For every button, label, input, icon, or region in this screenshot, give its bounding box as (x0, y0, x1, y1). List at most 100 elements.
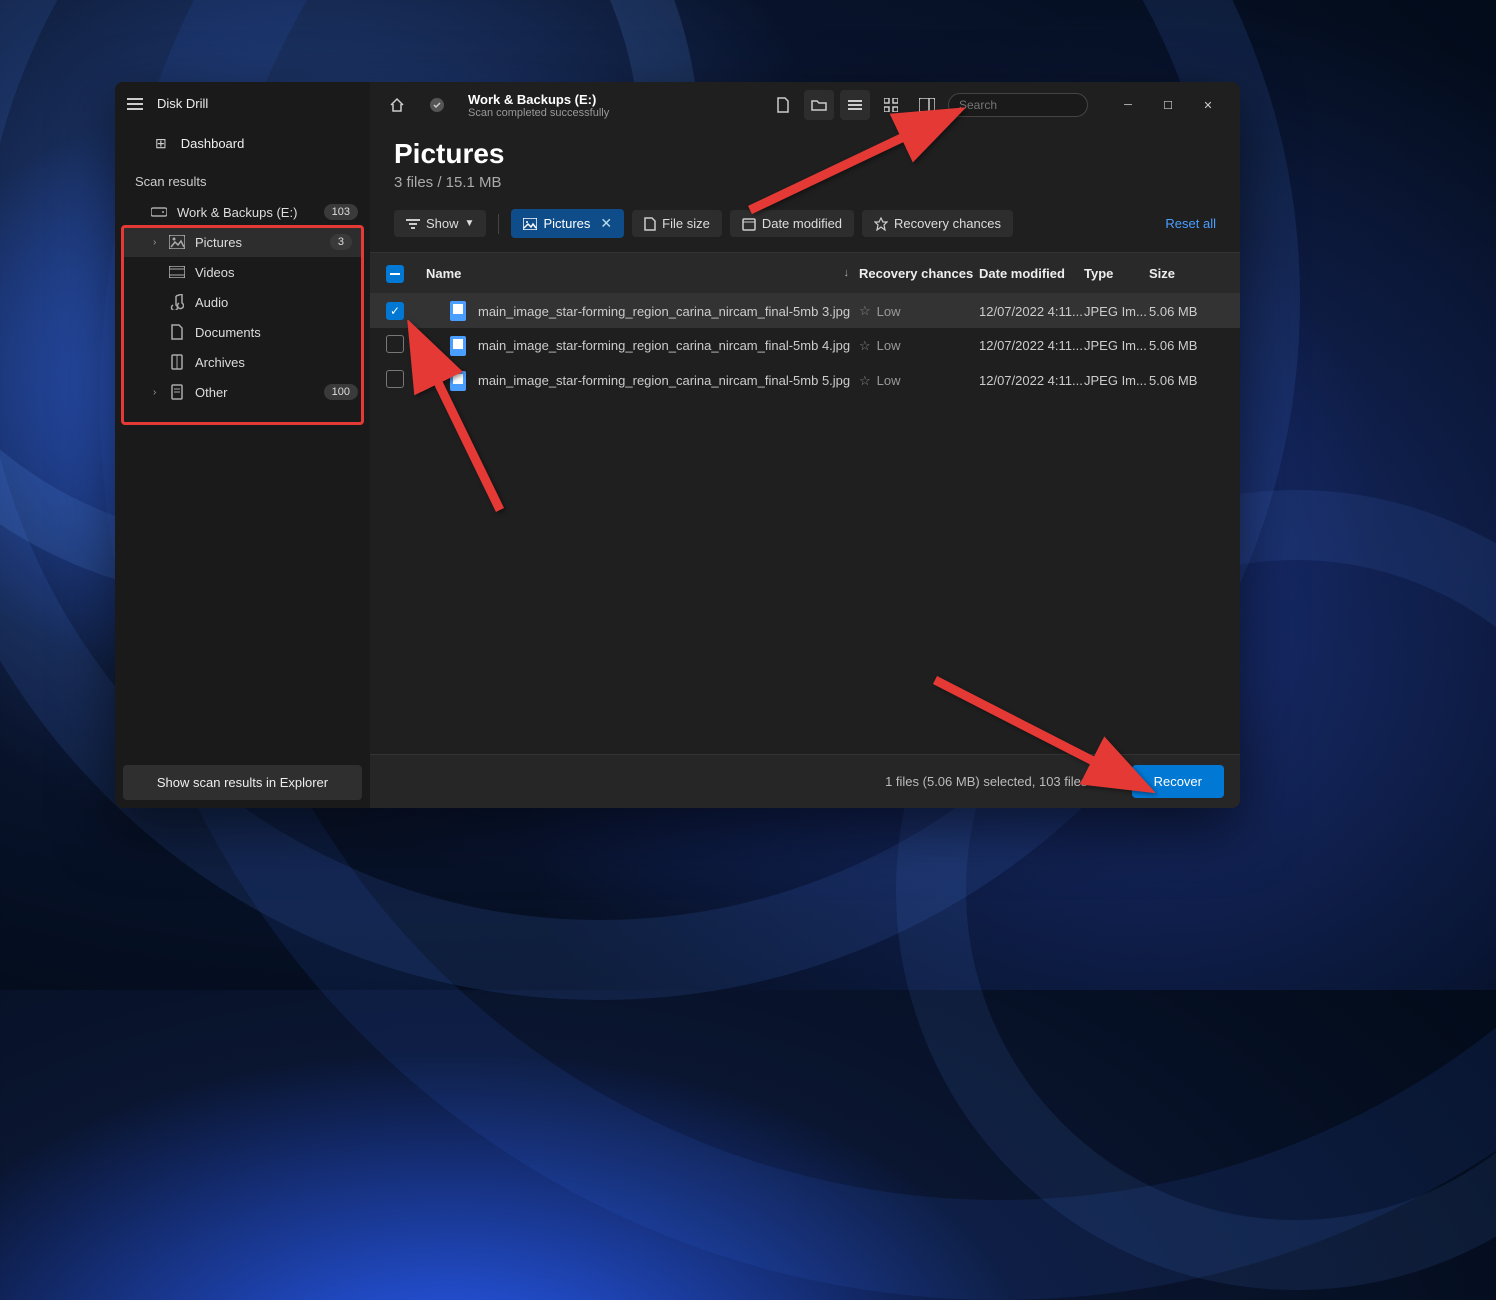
file-size: 5.06 MB (1149, 304, 1224, 319)
window-controls: ─ ☐ ✕ (1108, 90, 1228, 120)
close-button[interactable]: ✕ (1188, 90, 1228, 120)
divider (498, 214, 499, 234)
drive-subtitle: Scan completed successfully (468, 107, 609, 119)
column-recovery[interactable]: Recovery chances (859, 266, 979, 281)
pictures-icon (523, 218, 537, 230)
filter-chip-recovery[interactable]: Recovery chances (862, 210, 1013, 237)
show-dropdown[interactable]: Show ▼ (394, 210, 486, 237)
filter-chip-pictures[interactable]: Pictures ✕ (511, 209, 624, 238)
file-name: main_image_star-forming_region_carina_ni… (478, 373, 850, 388)
main-panel: Work & Backups (E:) Scan completed succe… (370, 82, 1240, 808)
other-icon (169, 384, 185, 400)
dashboard-label: Dashboard (181, 136, 245, 151)
file-row[interactable]: main_image_star-forming_region_carina_ni… (370, 363, 1240, 398)
videos-icon (169, 264, 185, 280)
table-header: Name ↓ Recovery chances Date modified Ty… (370, 252, 1240, 294)
sidebar-item-pictures[interactable]: › Pictures 3 (121, 227, 364, 257)
titlebar: Work & Backups (E:) Scan completed succe… (370, 82, 1240, 128)
chevron-right-icon: › (153, 387, 163, 398)
filter-bar: Show ▼ Pictures ✕ File size Date modifie… (370, 201, 1240, 252)
file-type: JPEG Im... (1084, 338, 1149, 353)
jpeg-file-icon (450, 371, 466, 391)
file-type: JPEG Im... (1084, 304, 1149, 319)
recovery-value: Low (877, 338, 901, 353)
app-window: Disk Drill ⊞ Dashboard Scan results Work… (115, 82, 1240, 808)
sidebar-header: Disk Drill (115, 82, 370, 125)
check-circle-icon[interactable] (422, 90, 452, 120)
archives-icon (169, 354, 185, 370)
panel-icon[interactable] (912, 90, 942, 120)
file-icon[interactable] (768, 90, 798, 120)
documents-icon (169, 324, 185, 340)
tree-label: Videos (195, 265, 358, 280)
column-type[interactable]: Type (1084, 266, 1149, 281)
pictures-icon (169, 234, 185, 250)
chip-label: File size (662, 216, 710, 231)
filter-icon (406, 218, 420, 230)
file-name: main_image_star-forming_region_carina_ni… (478, 338, 850, 353)
grid-view-icon[interactable] (876, 90, 906, 120)
file-row[interactable]: ✓ main_image_star-forming_region_carina_… (370, 294, 1240, 328)
jpeg-file-icon (450, 336, 466, 356)
sidebar-footer: Show scan results in Explorer (115, 757, 370, 808)
chip-label: Show (426, 216, 459, 231)
content-header: Pictures 3 files / 15.1 MB (370, 128, 1240, 201)
show-in-explorer-button[interactable]: Show scan results in Explorer (123, 765, 362, 800)
sidebar-item-other[interactable]: › Other 100 (115, 377, 370, 407)
tree-label: Pictures (195, 235, 330, 250)
file-row[interactable]: main_image_star-forming_region_carina_ni… (370, 328, 1240, 363)
jpeg-file-icon (450, 301, 466, 321)
audio-icon (169, 294, 185, 310)
search-input[interactable] (959, 98, 1114, 112)
status-text: 1 files (5.06 MB) selected, 103 files to… (885, 774, 1116, 789)
tree-label: Audio (195, 295, 358, 310)
file-checkbox[interactable] (386, 335, 404, 353)
file-checkbox[interactable]: ✓ (386, 302, 404, 320)
column-name[interactable]: Name ↓ (426, 266, 859, 281)
sidebar: Disk Drill ⊞ Dashboard Scan results Work… (115, 82, 370, 808)
file-date: 12/07/2022 4:11... (979, 373, 1084, 388)
folder-icon[interactable] (804, 90, 834, 120)
file-size: 5.06 MB (1149, 373, 1224, 388)
filter-chip-filesize[interactable]: File size (632, 210, 722, 237)
sort-down-icon: ↓ (844, 267, 850, 279)
list-view-icon[interactable] (840, 90, 870, 120)
file-type: JPEG Im... (1084, 373, 1149, 388)
close-icon[interactable]: ✕ (600, 215, 612, 232)
file-icon (644, 217, 656, 231)
table-body: ✓ main_image_star-forming_region_carina_… (370, 294, 1240, 754)
file-date: 12/07/2022 4:11... (979, 304, 1084, 319)
sidebar-item-documents[interactable]: Documents (115, 317, 370, 347)
chevron-down-icon: ▼ (465, 218, 475, 229)
recover-button[interactable]: Recover (1132, 765, 1224, 798)
sidebar-item-archives[interactable]: Archives (115, 347, 370, 377)
search-box[interactable] (948, 93, 1088, 117)
drive-info: Work & Backups (E:) Scan completed succe… (468, 92, 609, 119)
minimize-button[interactable]: ─ (1108, 90, 1148, 120)
file-name: main_image_star-forming_region_carina_ni… (478, 304, 850, 319)
sidebar-item-videos[interactable]: Videos (115, 257, 370, 287)
page-title: Pictures (394, 138, 1216, 170)
file-size: 5.06 MB (1149, 338, 1224, 353)
column-size[interactable]: Size (1149, 266, 1224, 281)
sidebar-item-dashboard[interactable]: ⊞ Dashboard (115, 125, 370, 162)
drive-title: Work & Backups (E:) (468, 92, 609, 107)
select-all-checkbox[interactable] (386, 265, 404, 283)
calendar-icon (742, 217, 756, 231)
column-label: Name (426, 266, 461, 281)
page-subtitle: 3 files / 15.1 MB (394, 174, 1216, 191)
column-date[interactable]: Date modified (979, 266, 1084, 281)
filter-chip-datemodified[interactable]: Date modified (730, 210, 854, 237)
home-icon[interactable] (382, 90, 412, 120)
sidebar-item-drive[interactable]: Work & Backups (E:) 103 (115, 197, 370, 227)
hamburger-icon[interactable] (127, 98, 143, 110)
tree-badge: 3 (330, 234, 352, 250)
app-title: Disk Drill (157, 96, 208, 111)
maximize-button[interactable]: ☐ (1148, 90, 1188, 120)
recovery-value: Low (877, 304, 901, 319)
file-checkbox[interactable] (386, 370, 404, 388)
tree-label: Archives (195, 355, 358, 370)
sidebar-item-audio[interactable]: Audio (115, 287, 370, 317)
star-icon: ☆ (859, 303, 871, 319)
reset-all-link[interactable]: Reset all (1165, 216, 1216, 231)
